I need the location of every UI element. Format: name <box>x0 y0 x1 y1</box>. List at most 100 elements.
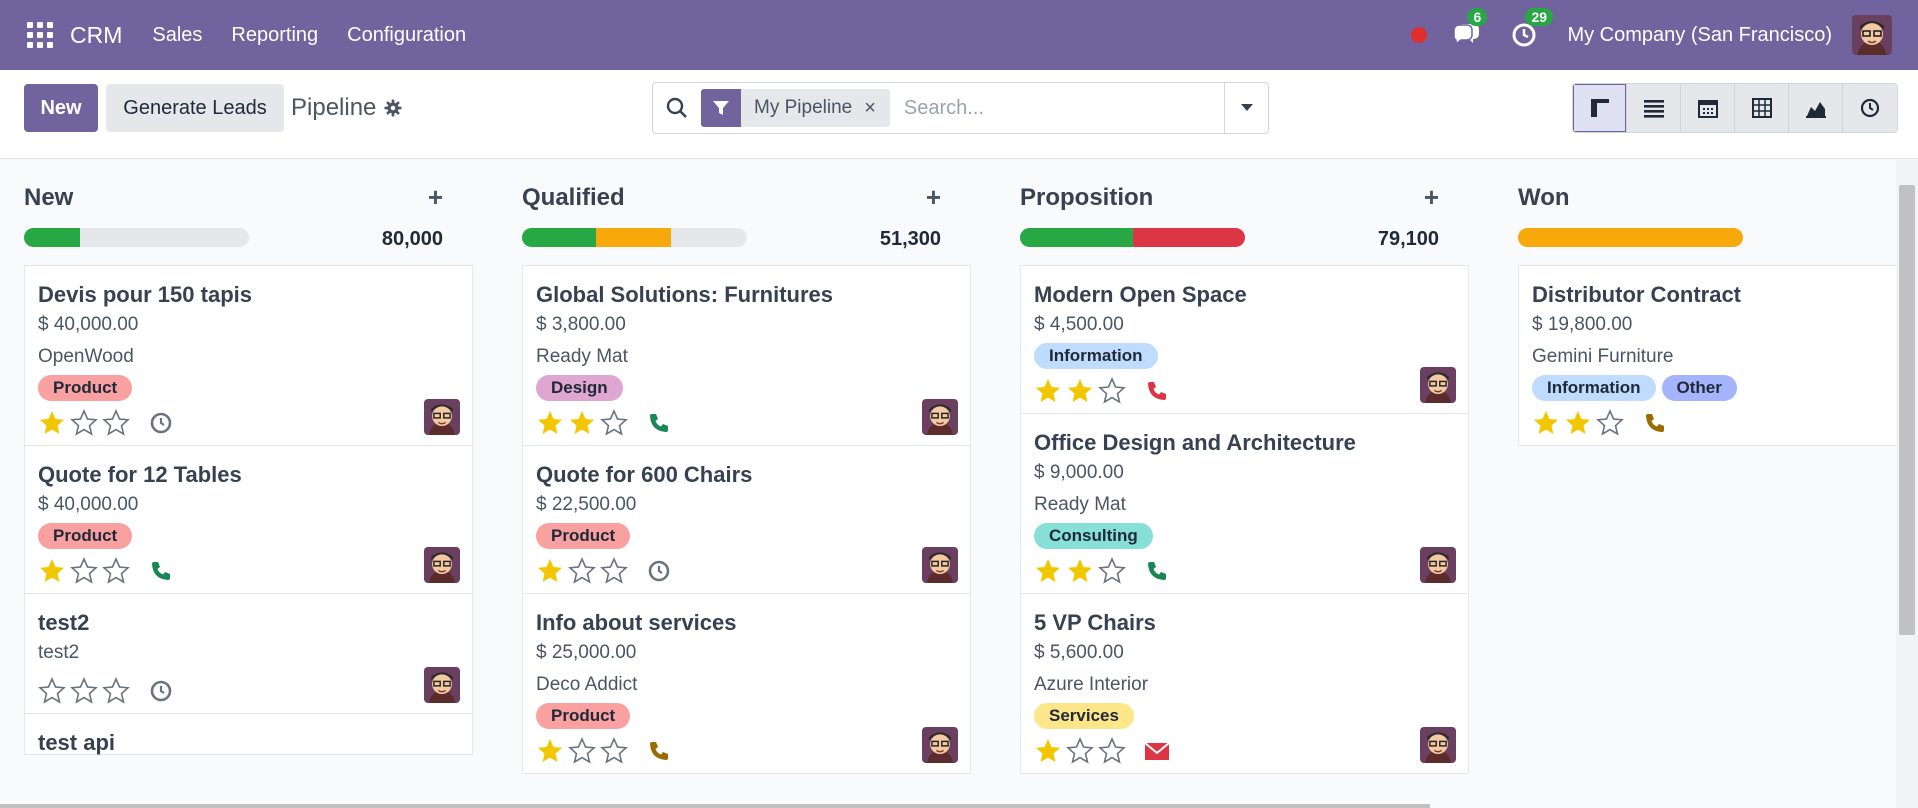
star-empty-icon[interactable] <box>70 557 98 585</box>
kanban-view-button[interactable] <box>1573 84 1627 132</box>
kanban-card[interactable]: Devis pour 150 tapis $ 40,000.00 OpenWood P… <box>25 266 472 446</box>
menu-reporting[interactable]: Reporting <box>231 24 318 47</box>
column-progress-bar[interactable] <box>24 228 249 247</box>
kanban-card[interactable]: 5 VP Chairs $ 5,600.00 Azure Interior Servi… <box>1021 594 1468 773</box>
salesperson-avatar[interactable] <box>1420 547 1456 583</box>
column-quick-add-button[interactable]: + <box>1424 182 1439 213</box>
clock-activity-icon[interactable] <box>148 678 174 704</box>
star-empty-icon[interactable] <box>1098 737 1126 765</box>
phone-activity-icon[interactable] <box>1642 410 1668 436</box>
calendar-view-button[interactable] <box>1681 84 1735 132</box>
pivot-view-button[interactable] <box>1735 84 1789 132</box>
progress-segment[interactable] <box>596 228 671 247</box>
star-filled-icon[interactable] <box>1532 409 1560 437</box>
star-empty-icon[interactable] <box>568 737 596 765</box>
clock-activity-icon[interactable] <box>148 410 174 436</box>
search-options-toggle[interactable] <box>1224 83 1268 133</box>
star-empty-icon[interactable] <box>600 737 628 765</box>
column-quick-add-button[interactable]: + <box>926 182 941 213</box>
progress-segment[interactable] <box>1132 228 1245 247</box>
star-empty-icon[interactable] <box>70 409 98 437</box>
clock-activity-icon[interactable] <box>646 558 672 584</box>
star-filled-icon[interactable] <box>1066 377 1094 405</box>
search-input[interactable] <box>903 96 1204 120</box>
gear-icon[interactable] <box>384 99 402 117</box>
list-view-button[interactable] <box>1627 84 1681 132</box>
kanban-card[interactable]: Office Design and Architecture $ 9,000.00… <box>1021 414 1468 594</box>
kanban-card[interactable]: Distributor Contract $ 19,800.00 Gemini Fu… <box>1519 266 1918 445</box>
kanban-card[interactable]: Modern Open Space $ 4,500.00 Information <box>1021 266 1468 414</box>
column-title[interactable]: Qualified <box>522 184 625 212</box>
column-progress-bar[interactable] <box>522 228 747 247</box>
kanban-card[interactable]: test api <box>25 714 472 755</box>
salesperson-avatar[interactable] <box>1420 727 1456 763</box>
phone-activity-icon[interactable] <box>646 410 672 436</box>
activity-view-button[interactable] <box>1843 84 1897 132</box>
star-empty-icon[interactable] <box>600 557 628 585</box>
kanban-card[interactable]: test2 test2 <box>25 594 472 714</box>
search-icon[interactable] <box>653 97 701 119</box>
star-filled-icon[interactable] <box>1564 409 1592 437</box>
progress-segment[interactable] <box>522 228 597 247</box>
activities-button[interactable]: 29 <box>1509 8 1554 50</box>
user-avatar[interactable] <box>1852 15 1892 55</box>
column-title[interactable]: Won <box>1518 184 1570 212</box>
phone-activity-icon[interactable] <box>148 558 174 584</box>
star-empty-icon[interactable] <box>38 677 66 705</box>
column-progress-bar[interactable] <box>1518 228 1743 247</box>
star-filled-icon[interactable] <box>536 737 564 765</box>
star-filled-icon[interactable] <box>1066 557 1094 585</box>
kanban-card[interactable]: Info about services $ 25,000.00 Deco Addic… <box>523 594 970 773</box>
phone-activity-icon[interactable] <box>1144 378 1170 404</box>
progress-segment[interactable] <box>24 228 81 247</box>
star-filled-icon[interactable] <box>38 409 66 437</box>
salesperson-avatar[interactable] <box>922 399 958 435</box>
progress-segment[interactable] <box>1020 228 1133 247</box>
salesperson-avatar[interactable] <box>922 727 958 763</box>
phone-activity-icon[interactable] <box>646 738 672 764</box>
new-button[interactable]: New <box>24 84 98 132</box>
kanban-card[interactable]: Global Solutions: Furnitures $ 3,800.00 Re… <box>523 266 970 446</box>
facet-remove-icon[interactable]: × <box>864 97 890 120</box>
menu-configuration[interactable]: Configuration <box>347 24 466 47</box>
star-empty-icon[interactable] <box>1098 557 1126 585</box>
star-empty-icon[interactable] <box>1596 409 1624 437</box>
star-filled-icon[interactable] <box>536 409 564 437</box>
apps-grid-icon[interactable] <box>26 21 54 49</box>
star-empty-icon[interactable] <box>102 677 130 705</box>
star-filled-icon[interactable] <box>38 557 66 585</box>
horizontal-scrollbar[interactable] <box>0 804 1430 808</box>
menu-sales[interactable]: Sales <box>152 24 202 47</box>
salesperson-avatar[interactable] <box>922 547 958 583</box>
star-empty-icon[interactable] <box>70 677 98 705</box>
star-empty-icon[interactable] <box>102 409 130 437</box>
column-progress-bar[interactable] <box>1020 228 1245 247</box>
record-dot-icon[interactable] <box>1411 27 1428 43</box>
column-title[interactable]: Proposition <box>1020 184 1153 212</box>
app-brand[interactable]: CRM <box>70 22 122 49</box>
star-empty-icon[interactable] <box>1098 377 1126 405</box>
salesperson-avatar[interactable] <box>424 547 460 583</box>
salesperson-avatar[interactable] <box>424 667 460 703</box>
phone-activity-icon[interactable] <box>1144 558 1170 584</box>
star-empty-icon[interactable] <box>568 557 596 585</box>
star-filled-icon[interactable] <box>568 409 596 437</box>
company-switcher[interactable]: My Company (San Francisco) <box>1567 24 1832 47</box>
star-filled-icon[interactable] <box>1034 557 1062 585</box>
mail-activity-icon[interactable] <box>1144 738 1170 764</box>
graph-view-button[interactable] <box>1789 84 1843 132</box>
star-filled-icon[interactable] <box>1034 737 1062 765</box>
star-empty-icon[interactable] <box>102 557 130 585</box>
messages-button[interactable]: 6 <box>1451 8 1488 50</box>
vertical-scrollbar[interactable] <box>1896 160 1918 808</box>
progress-segment[interactable] <box>1518 228 1743 247</box>
star-filled-icon[interactable] <box>536 557 564 585</box>
star-empty-icon[interactable] <box>600 409 628 437</box>
salesperson-avatar[interactable] <box>1420 367 1456 403</box>
salesperson-avatar[interactable] <box>424 399 460 435</box>
kanban-card[interactable]: Quote for 12 Tables $ 40,000.00 Product <box>25 446 472 594</box>
generate-leads-button[interactable]: Generate Leads <box>106 84 284 132</box>
column-title[interactable]: New <box>24 184 73 212</box>
column-quick-add-button[interactable]: + <box>428 182 443 213</box>
star-filled-icon[interactable] <box>1034 377 1062 405</box>
